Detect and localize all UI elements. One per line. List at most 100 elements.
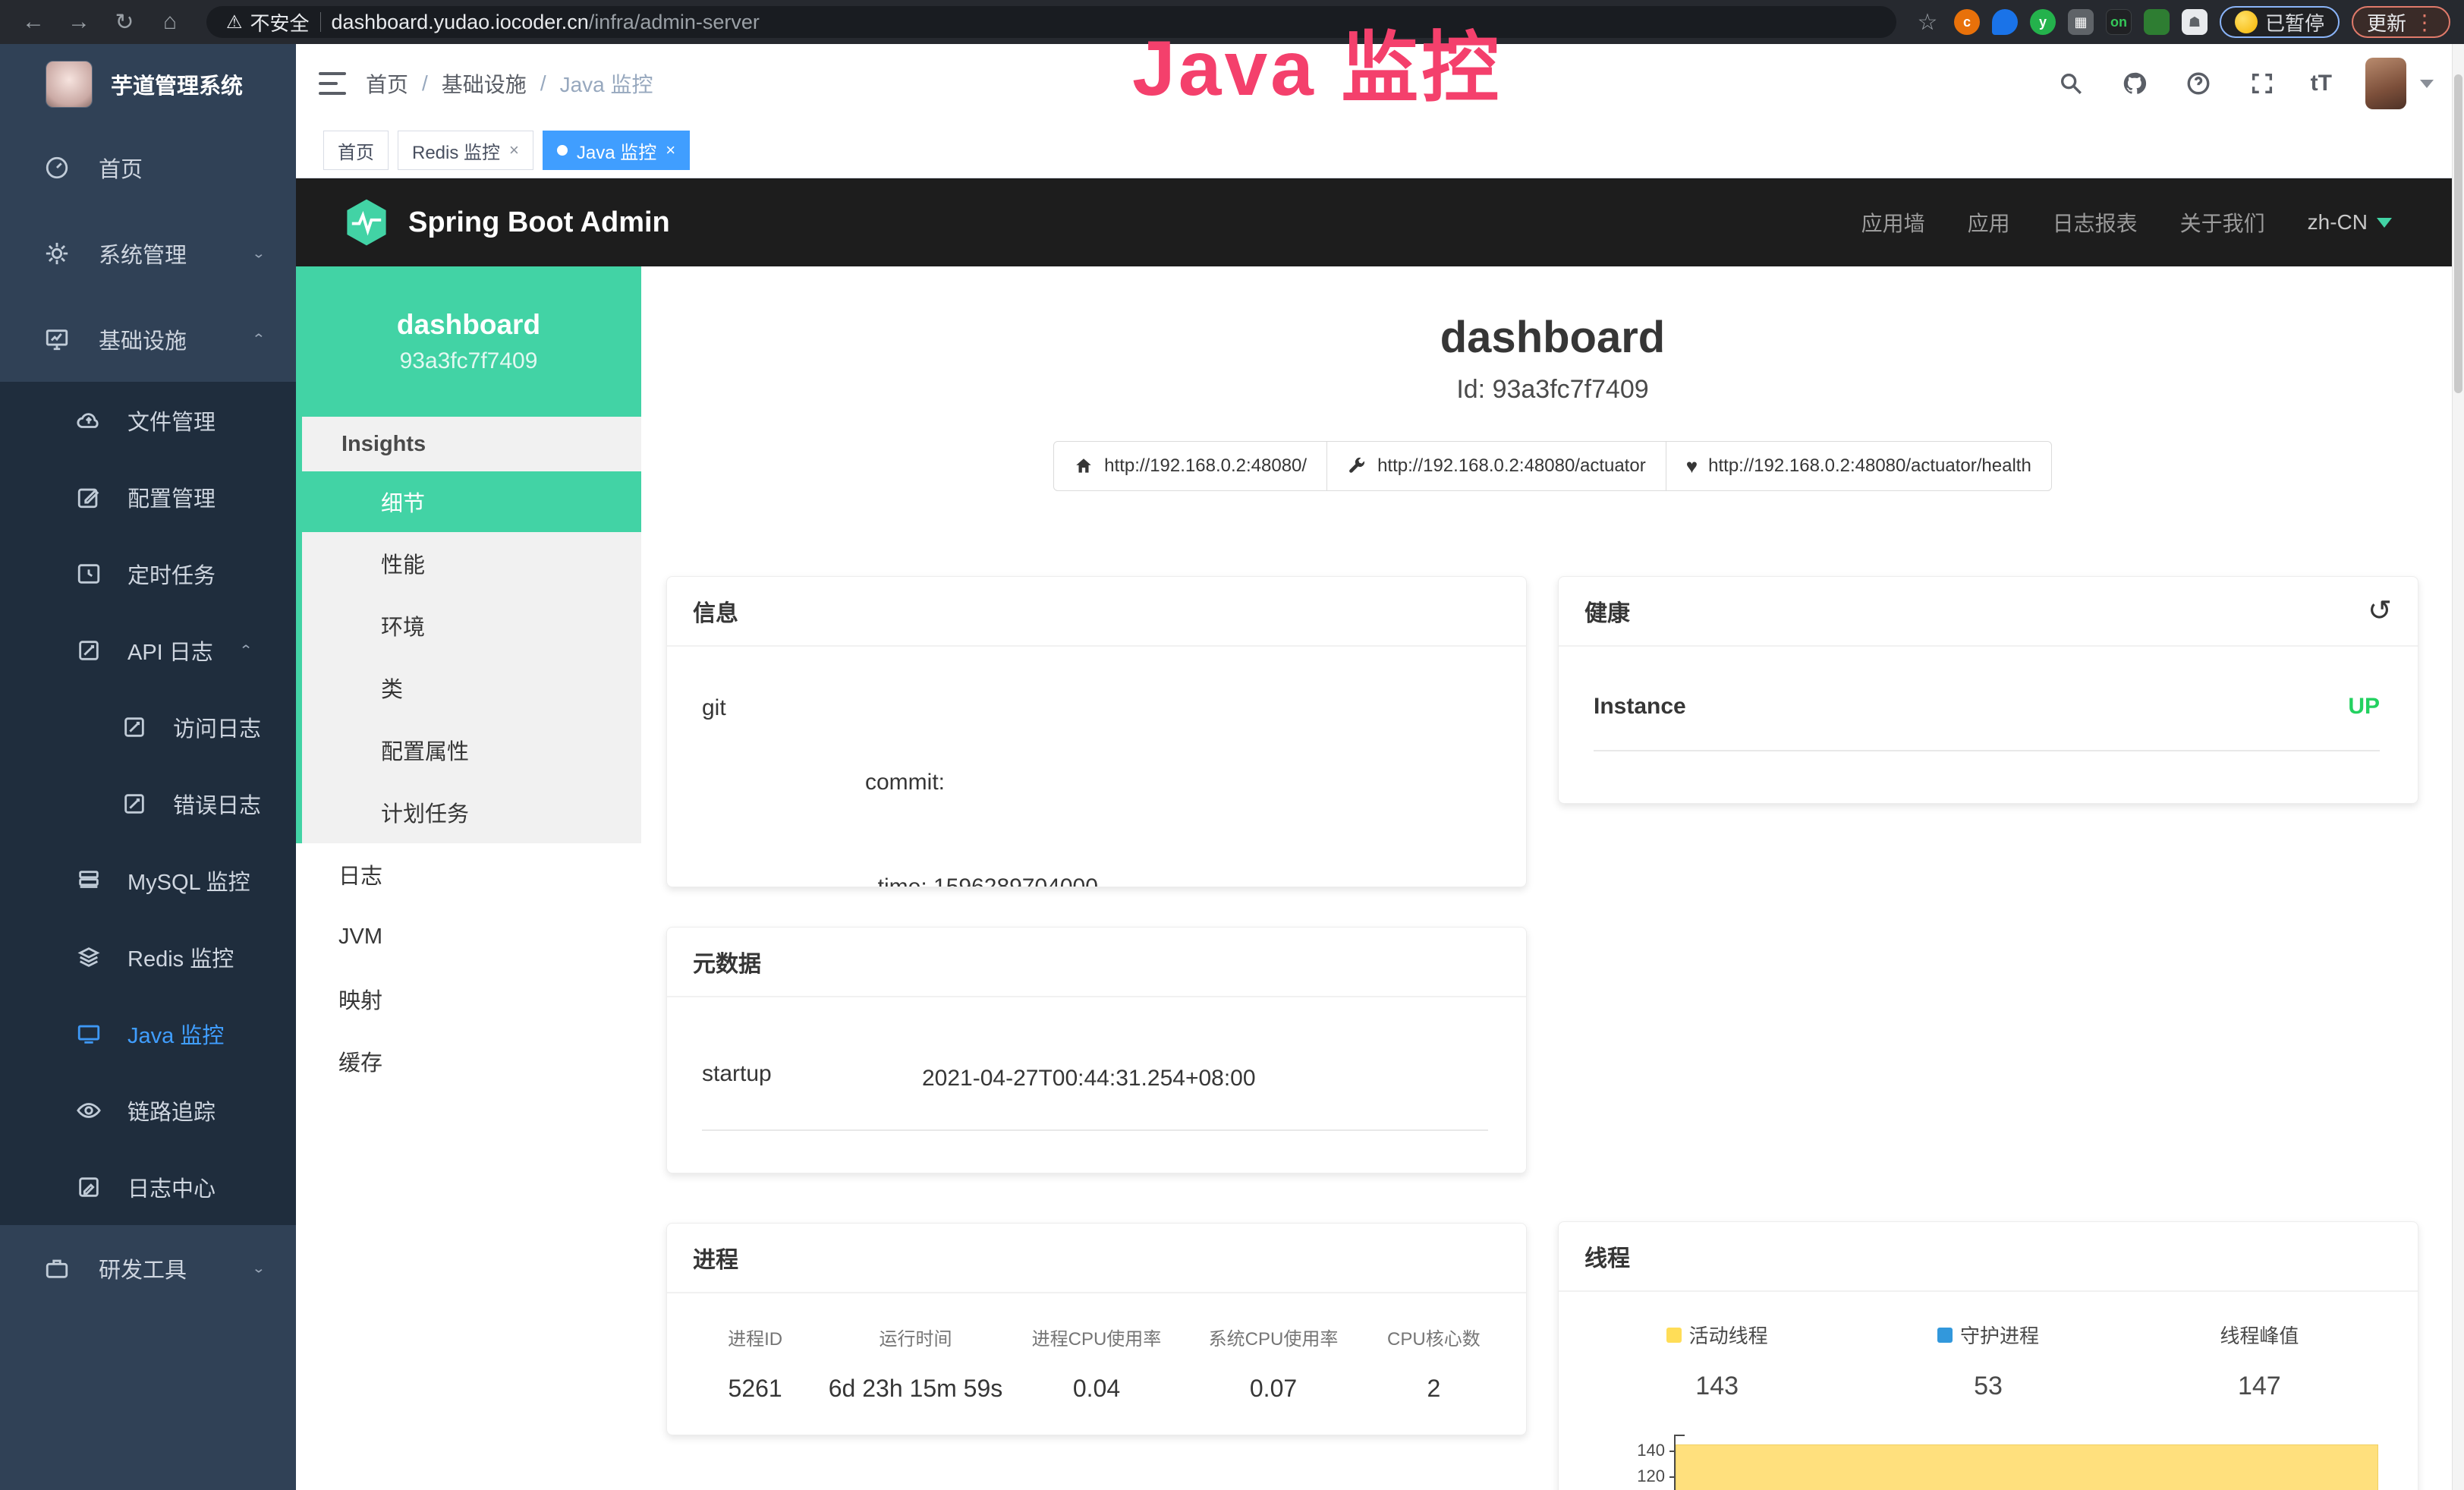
live-threads-area: [1676, 1444, 2378, 1490]
sidebar-item-dev-tools[interactable]: 研发工具 ⌄: [0, 1225, 296, 1311]
legend-value: 143: [1581, 1372, 1852, 1401]
help-icon[interactable]: [2183, 68, 2214, 99]
sba-item-metrics[interactable]: 性能: [302, 532, 641, 594]
tag-label: Redis 监控: [412, 137, 500, 164]
sba-item-config-props[interactable]: 配置属性: [302, 719, 641, 781]
legend-live-threads: 活动线程 143: [1581, 1321, 1852, 1401]
sidebar-item-access-logs[interactable]: 访问日志: [0, 688, 296, 765]
back-icon[interactable]: ←: [14, 9, 53, 35]
tag-redis-monitor[interactable]: Redis 监控 ×: [398, 131, 533, 170]
puzzle-extensions-icon[interactable]: ☗: [2182, 9, 2208, 35]
sidebar-item-system[interactable]: 系统管理 ⌄: [0, 210, 296, 296]
forward-icon[interactable]: →: [59, 9, 99, 35]
tag-home[interactable]: 首页: [323, 131, 389, 170]
workspace: 首页 / 基础设施 / Java 监控 tT 首页 Redis 监控: [296, 44, 2464, 1490]
sidebar-item-redis-monitor[interactable]: Redis 监控: [0, 918, 296, 995]
home-icon: [1074, 456, 1094, 476]
reload-icon[interactable]: ↻: [105, 9, 144, 36]
metadata-startup-value: 2021-04-27T00:44:31.254+08:00: [922, 1061, 1256, 1096]
search-icon[interactable]: [2056, 68, 2086, 99]
font-size-icon[interactable]: tT: [2311, 71, 2332, 96]
process-header-cores: CPU核心数: [1360, 1324, 1508, 1350]
github-icon[interactable]: [2119, 68, 2150, 99]
sba-nav-about[interactable]: 关于我们: [2180, 207, 2265, 238]
sidebar-item-error-logs[interactable]: 错误日志: [0, 765, 296, 842]
url-path: /infra/admin-server: [589, 11, 760, 33]
heart-icon: ♥: [1686, 455, 1698, 478]
profile-paused-badge[interactable]: 已暂停: [2220, 6, 2340, 38]
app-logo-row[interactable]: 芋道管理系统: [0, 44, 296, 124]
sidebar-item-label: 文件管理: [127, 405, 216, 436]
tag-java-monitor[interactable]: Java 监控 ×: [543, 131, 690, 170]
history-icon[interactable]: ↺: [2368, 597, 2392, 625]
home-icon[interactable]: ⌂: [150, 9, 190, 35]
locale-selector[interactable]: zh-CN: [2308, 210, 2392, 235]
sba-item-mappings[interactable]: 映射: [296, 968, 641, 1030]
log-edit-icon: [121, 714, 147, 740]
sidebar-item-mysql-monitor[interactable]: MySQL 监控: [0, 842, 296, 918]
hamburger-icon[interactable]: [319, 72, 346, 95]
url-host: dashboard.yudao.iocoder.cn: [332, 11, 589, 33]
instance-header[interactable]: dashboard 93a3fc7f7409: [296, 266, 641, 417]
avatar-caret-icon[interactable]: [2420, 80, 2434, 88]
breadcrumb-home[interactable]: 首页: [366, 68, 408, 99]
fullscreen-icon[interactable]: [2247, 68, 2277, 99]
sidebar-item-log-center[interactable]: 日志中心: [0, 1148, 296, 1225]
active-tag-dot: [557, 145, 568, 156]
pencil-square-icon: [76, 1174, 102, 1200]
sba-item-details[interactable]: 细节: [302, 471, 641, 532]
legend-label: 活动线程: [1689, 1321, 1768, 1349]
sidebar-item-infrastructure[interactable]: 基础设施 ⌃: [0, 296, 296, 382]
sba-item-caches[interactable]: 缓存: [296, 1030, 641, 1092]
extension-icon-3[interactable]: y: [2030, 9, 2056, 35]
sba-item-environment[interactable]: 环境: [302, 594, 641, 657]
extension-icon-6[interactable]: [2144, 9, 2170, 35]
sba-nav-applications[interactable]: 应用: [1968, 207, 2010, 238]
cards-left-column: 信息 git commit: time: 1596289704000 id: 2…: [666, 576, 1527, 1435]
sba-item-scheduled-tasks[interactable]: 计划任务: [302, 781, 641, 843]
database-icon: [76, 868, 102, 893]
extension-icon-5[interactable]: on: [2106, 9, 2132, 35]
sba-item-jvm[interactable]: JVM: [296, 906, 641, 968]
close-icon[interactable]: ×: [666, 140, 675, 160]
process-card-title: 进程: [667, 1224, 1526, 1293]
address-bar[interactable]: ⚠ 不安全 dashboard.yudao.iocoder.cn/infra/a…: [206, 6, 1896, 38]
browser-menu-icon[interactable]: ⋮: [2414, 10, 2435, 35]
sidebar-item-scheduled-jobs[interactable]: 定时任务: [0, 535, 296, 612]
chrome-update-button[interactable]: 更新 ⋮: [2352, 6, 2450, 38]
actuator-url-chip[interactable]: http://192.168.0.2:48080/actuator: [1326, 441, 1666, 491]
update-label: 更新: [2367, 8, 2406, 36]
chevron-down-icon: ⌄: [252, 1260, 266, 1276]
user-avatar[interactable]: [2365, 58, 2406, 109]
spring-boot-admin-logo: [345, 198, 389, 247]
sba-item-classes[interactable]: 类: [302, 657, 641, 719]
process-value-proc-cpu: 0.04: [1006, 1375, 1187, 1403]
log-edit-icon: [76, 638, 102, 663]
sba-nav-wallboard[interactable]: 应用墙: [1861, 207, 1925, 238]
service-url-chip[interactable]: http://192.168.0.2:48080/: [1053, 441, 1327, 491]
page-scrollbar[interactable]: [2452, 44, 2464, 1490]
y-axis-tick: 140: [1612, 1441, 1665, 1460]
sidebar-item-tracing[interactable]: 链路追踪: [0, 1072, 296, 1148]
breadcrumb-infrastructure[interactable]: 基础设施: [442, 68, 527, 99]
insights-section-label: Insights: [302, 417, 641, 471]
sidebar-item-config-management[interactable]: 配置管理: [0, 458, 296, 535]
extension-icon-1[interactable]: c: [1954, 9, 1980, 35]
instance-id: 93a3fc7f7409: [400, 348, 538, 374]
bookmark-star-icon[interactable]: ☆: [1913, 9, 1942, 36]
health-url-chip[interactable]: ♥ http://192.168.0.2:48080/actuator/heal…: [1666, 441, 2052, 491]
wrench-icon: [1347, 456, 1367, 476]
info-git-row: git commit: time: 1596289704000 id: 27aa…: [702, 695, 1488, 887]
close-icon[interactable]: ×: [509, 140, 519, 160]
extension-icon-4[interactable]: ▦: [2068, 9, 2094, 35]
sidebar-item-api-logs[interactable]: API 日志 ⌃: [0, 612, 296, 688]
sidebar-item-home[interactable]: 首页: [0, 124, 296, 210]
app-title: 芋道管理系统: [111, 68, 243, 100]
sba-item-logging[interactable]: 日志: [296, 843, 641, 906]
extension-icon-2[interactable]: [1992, 9, 2018, 35]
sidebar-item-java-monitor[interactable]: Java 监控: [0, 995, 296, 1072]
scrollbar-thumb[interactable]: [2454, 74, 2462, 393]
sidebar-item-file-management[interactable]: 文件管理: [0, 382, 296, 458]
sba-nav-journal[interactable]: 日志报表: [2053, 207, 2138, 238]
process-header-pid: 进程ID: [685, 1324, 825, 1350]
